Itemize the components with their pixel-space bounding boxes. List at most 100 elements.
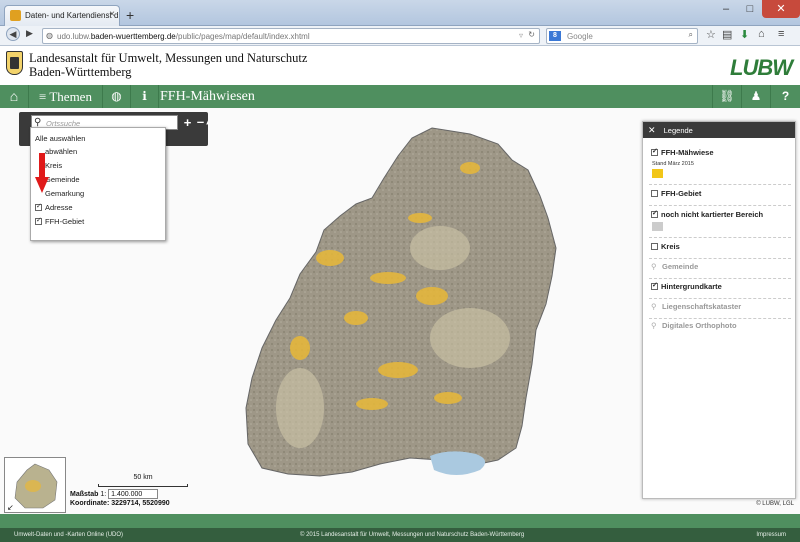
dropdown-arrow-icon[interactable]: ▿ <box>519 31 523 40</box>
legend-layer-gemeinde[interactable]: ⚲ Gemeinde <box>651 262 698 271</box>
legend-layer-hintergrundkarte[interactable]: Hintergrundkarte <box>651 281 722 291</box>
scale-prefix: 1: <box>100 491 107 498</box>
window-close-button[interactable]: ✕ <box>762 0 800 18</box>
footer-strip: Umwelt-Daten und -Karten Online (UDO) © … <box>0 528 800 542</box>
layer-label: Gemeinde <box>662 262 699 271</box>
web-search-placeholder: Google <box>567 32 593 41</box>
org-name: Landesanstalt für Umwelt, Messungen und … <box>29 51 307 79</box>
red-arrow-annotation <box>35 153 49 193</box>
layer-checkbox[interactable] <box>651 189 658 197</box>
legend-close-icon[interactable]: ✕ <box>648 125 656 135</box>
filter-option-adresse[interactable]: Adresse <box>35 202 73 212</box>
org-line-2: Baden-Württemberg <box>29 65 132 79</box>
page-title: FFH-Mähwiesen <box>158 85 255 108</box>
legend-divider <box>649 298 791 299</box>
layer-label: Kreis <box>661 242 680 251</box>
legend-layer-unmapped[interactable]: noch nicht kartierter Bereich <box>651 209 764 219</box>
home-button[interactable]: ⌂ <box>0 85 28 108</box>
link-button[interactable]: ⛓ <box>712 85 741 108</box>
reload-icon[interactable]: ↻ <box>528 30 535 39</box>
coordinate-label: Koordinate: <box>70 500 110 507</box>
select-all-option[interactable]: Alle auswählen <box>35 134 85 143</box>
themes-button[interactable]: ≡ Themen <box>28 85 102 108</box>
collapse-button[interactable]: ^ <box>206 116 208 131</box>
home-icon[interactable]: ⌂ <box>758 28 765 40</box>
legend-layer-orthophoto[interactable]: ⚲ Digitales Orthophoto <box>651 321 737 330</box>
bookmark-star-icon[interactable]: ☆ <box>706 28 716 41</box>
layer-label: noch nicht kartierter Bereich <box>661 210 764 219</box>
themes-label: Themen <box>49 89 92 104</box>
user-button[interactable]: ♟ <box>741 85 770 108</box>
lubw-logo[interactable]: LUBW <box>730 55 793 81</box>
map-copyright: © LUBW, LGL <box>756 501 794 507</box>
org-line-1: Landesanstalt für Umwelt, Messungen und … <box>29 51 308 65</box>
scale-ratio-input[interactable]: 1.400.000 <box>108 489 159 499</box>
legend-title: Legende <box>663 126 693 135</box>
zoom-restricted-icon: ⚲ <box>651 262 657 271</box>
layer-label: FFH-Mähwiese <box>661 148 714 157</box>
legend-divider <box>649 184 791 185</box>
browser-tab[interactable]: Daten- und Kartendienst d... × <box>4 5 120 26</box>
maximize-button[interactable]: □ <box>738 0 762 18</box>
browser-menu-icon[interactable]: ≡ <box>778 28 784 40</box>
layer-checkbox[interactable] <box>651 242 658 250</box>
legend-divider <box>649 258 791 259</box>
info-button[interactable]: ℹ <box>130 85 158 108</box>
search-filter-dropdown: Alle auswählen abwählen Kreis Gemeinde G… <box>30 127 166 241</box>
filter-option-ffh-gebiet[interactable]: FFH-Gebiet <box>35 216 85 226</box>
legend-layer-liegenschaftskataster[interactable]: ⚲ Liegenschaftskataster <box>651 302 741 311</box>
scale-panel: 50 km Maßstab 1: 1.400.000 Koordinate: 3… <box>70 474 188 507</box>
url-path: /public/pages/map/default/index.xhtml <box>175 32 310 41</box>
filter-label: Gemarkung <box>45 189 85 198</box>
tab-title: Daten- und Kartendienst d... <box>25 11 120 20</box>
filter-option-gemarkung[interactable]: Gemarkung <box>45 189 84 198</box>
legend-layer-kreis[interactable]: Kreis <box>651 242 680 251</box>
search-icon[interactable]: ⌕ <box>689 30 693 40</box>
web-search-field[interactable]: 8 Google ⌕ <box>546 28 698 44</box>
new-tab-button[interactable]: + <box>126 7 134 23</box>
legend-divider <box>649 237 791 238</box>
bodensee-lake <box>430 451 486 475</box>
footer-app-name[interactable]: Umwelt-Daten und -Karten Online (UDO) <box>14 528 123 542</box>
minimize-button[interactable]: – <box>714 0 738 18</box>
overview-map-shape: ↙ <box>7 463 58 512</box>
browser-nav-bar: ◀ ▶ ◍ udo.lubw.baden-wuerttemberg.de/pub… <box>0 26 800 46</box>
map-view[interactable]: ⚲ Ortssuche + – ^ Alle auswählen abwähle… <box>0 108 800 514</box>
globe-icon: ◍ <box>46 31 53 40</box>
layer-label: FFH-Gebiet <box>661 189 702 198</box>
zoom-restricted-icon: ⚲ <box>651 302 657 311</box>
scale-bar <box>98 484 188 487</box>
forward-icon[interactable]: ▶ <box>26 28 33 39</box>
filter-option-gemeinde[interactable]: Gemeinde <box>45 175 80 184</box>
adresse-checkbox[interactable] <box>35 202 42 211</box>
legend-layer-ffh-maehwiese[interactable]: FFH-Mähwiese <box>651 147 714 157</box>
help-button[interactable]: ? <box>770 85 800 108</box>
layer-label: Hintergrundkarte <box>661 282 722 291</box>
address-bar[interactable]: ◍ udo.lubw.baden-wuerttemberg.de/public/… <box>42 28 540 44</box>
app-toolbar: ⌂ ≡ Themen ◍ ℹ FFH-Mähwiesen ⛓ ♟ ? <box>0 85 800 108</box>
download-icon[interactable]: ⬇ <box>740 28 749 41</box>
layer-checkbox[interactable] <box>651 281 658 290</box>
legend-panel: ✕ Legende FFH-Mähwiese Stand März 2015 F… <box>642 121 796 499</box>
bookmarks-icon[interactable]: ▤ <box>722 28 732 41</box>
overview-map[interactable]: ↙ <box>4 457 66 513</box>
layer-label: Liegenschaftskataster <box>662 302 742 311</box>
globe-button[interactable]: ◍ <box>102 85 130 108</box>
layer-checkbox[interactable] <box>651 209 658 218</box>
back-icon[interactable]: ◀ <box>6 27 20 41</box>
filter-label: FFH-Gebiet <box>45 217 85 226</box>
tab-close-icon[interactable]: × <box>109 9 115 20</box>
deselect-all-option[interactable]: abwählen <box>45 147 77 156</box>
imprint-link[interactable]: Impressum <box>756 528 786 542</box>
favicon-icon <box>10 10 21 21</box>
maehwiese-swatch <box>652 169 663 178</box>
site-header: Landesanstalt für Umwelt, Messungen und … <box>0 47 800 85</box>
scale-label: Maßstab <box>70 491 99 498</box>
layer-label: Digitales Orthophoto <box>662 321 737 330</box>
google-icon: 8 <box>549 31 561 41</box>
zoom-restricted-icon: ⚲ <box>651 321 657 330</box>
ffh-gebiet-checkbox[interactable] <box>35 216 42 225</box>
legend-divider <box>649 205 791 206</box>
legend-layer-ffh-gebiet[interactable]: FFH-Gebiet <box>651 189 701 198</box>
layer-checkbox[interactable] <box>651 147 658 156</box>
